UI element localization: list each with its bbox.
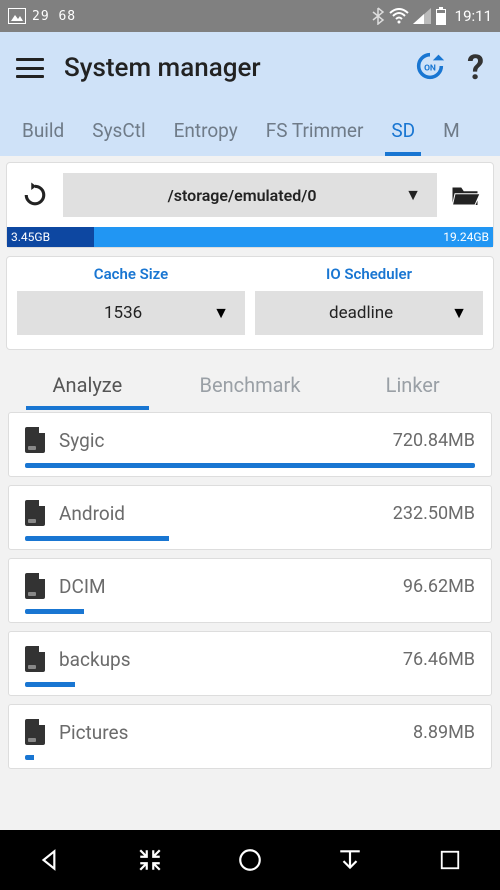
- list-item[interactable]: backups 76.46MB: [8, 631, 492, 696]
- sd-card-icon: [25, 573, 45, 599]
- list-item[interactable]: Pictures 8.89MB: [8, 704, 492, 769]
- chevron-down-icon: ▼: [405, 185, 421, 205]
- subtab-analyze[interactable]: Analyze: [6, 358, 169, 412]
- page-title: System manager: [64, 53, 261, 83]
- io-scheduler-label: IO Scheduler: [255, 265, 483, 283]
- chevron-down-icon: ▼: [451, 303, 467, 323]
- settings-card: Cache Size 1536 ▼ IO Scheduler deadline …: [6, 256, 494, 350]
- bluetooth-icon: [371, 7, 385, 25]
- tab-fstrimmer[interactable]: FS Trimmer: [252, 104, 378, 156]
- tab-more[interactable]: M: [429, 104, 474, 156]
- content-area: /storage/emulated/0 ▼ 3.45GB 19.24GB Cac…: [0, 156, 500, 830]
- list-item[interactable]: Android 232.50MB: [8, 485, 492, 550]
- open-folder-button[interactable]: [447, 177, 483, 213]
- list-item[interactable]: Sygic 720.84MB: [8, 412, 492, 477]
- file-name: backups: [59, 648, 389, 671]
- cache-size-value: 1536: [33, 303, 213, 323]
- file-size: 232.50MB: [393, 503, 475, 524]
- storage-used-label: 3.45GB: [7, 227, 94, 247]
- help-button[interactable]: ?: [467, 48, 484, 88]
- file-name: Pictures: [59, 721, 399, 744]
- tab-build[interactable]: Build: [8, 104, 78, 156]
- collapse-button[interactable]: [120, 830, 180, 890]
- signal-icon: [413, 8, 431, 24]
- tab-sysctl[interactable]: SysCtl: [78, 104, 159, 156]
- sd-card-icon: [25, 719, 45, 745]
- file-name: DCIM: [59, 575, 389, 598]
- menu-button[interactable]: [16, 58, 44, 78]
- android-navbar: [0, 830, 500, 890]
- clock: 19:11: [455, 7, 492, 25]
- back-button[interactable]: [20, 830, 80, 890]
- file-size: 76.46MB: [403, 649, 475, 670]
- sd-card-icon: [25, 500, 45, 526]
- chevron-down-icon: ▼: [213, 303, 229, 323]
- cache-size-select[interactable]: 1536 ▼: [17, 291, 245, 335]
- sync-button[interactable]: ON: [413, 49, 447, 87]
- list-item[interactable]: DCIM 96.62MB: [8, 558, 492, 623]
- io-scheduler-value: deadline: [271, 303, 451, 323]
- file-size: 8.89MB: [413, 722, 475, 743]
- status-bar: 29 68 19:11: [0, 0, 500, 32]
- tab-sd[interactable]: SD: [377, 104, 429, 156]
- svg-text:ON: ON: [424, 63, 436, 73]
- storage-path-select[interactable]: /storage/emulated/0 ▼: [63, 173, 437, 217]
- refresh-button[interactable]: [17, 177, 53, 213]
- file-name: Android: [59, 502, 379, 525]
- app-header: System manager ON ?: [0, 32, 500, 104]
- file-size: 720.84MB: [393, 430, 475, 451]
- storage-bar: 3.45GB 19.24GB: [7, 227, 493, 247]
- tab-entropy[interactable]: Entropy: [160, 104, 252, 156]
- file-list: Sygic 720.84MB Android 232.50MB DCIM 96.…: [6, 412, 494, 769]
- sd-card-icon: [25, 646, 45, 672]
- picture-icon: [8, 8, 26, 24]
- cache-size-label: Cache Size: [17, 265, 245, 283]
- path-text: /storage/emulated/0: [79, 186, 405, 205]
- main-tabs: Build SysCtl Entropy FS Trimmer SD M: [0, 104, 500, 156]
- notif-count: 29 68: [32, 9, 76, 24]
- file-name: Sygic: [59, 429, 379, 452]
- io-scheduler-select[interactable]: deadline ▼: [255, 291, 483, 335]
- storage-total-label: 19.24GB: [94, 227, 493, 247]
- home-button[interactable]: [220, 830, 280, 890]
- storage-path-card: /storage/emulated/0 ▼ 3.45GB 19.24GB: [6, 162, 494, 248]
- battery-icon: [435, 7, 447, 25]
- sd-card-icon: [25, 427, 45, 453]
- wifi-icon: [389, 8, 409, 24]
- download-button[interactable]: [320, 830, 380, 890]
- file-size: 96.62MB: [403, 576, 475, 597]
- subtab-linker[interactable]: Linker: [331, 358, 494, 412]
- sub-tabs: Analyze Benchmark Linker: [6, 358, 494, 412]
- subtab-benchmark[interactable]: Benchmark: [169, 358, 332, 412]
- recent-button[interactable]: [420, 830, 480, 890]
